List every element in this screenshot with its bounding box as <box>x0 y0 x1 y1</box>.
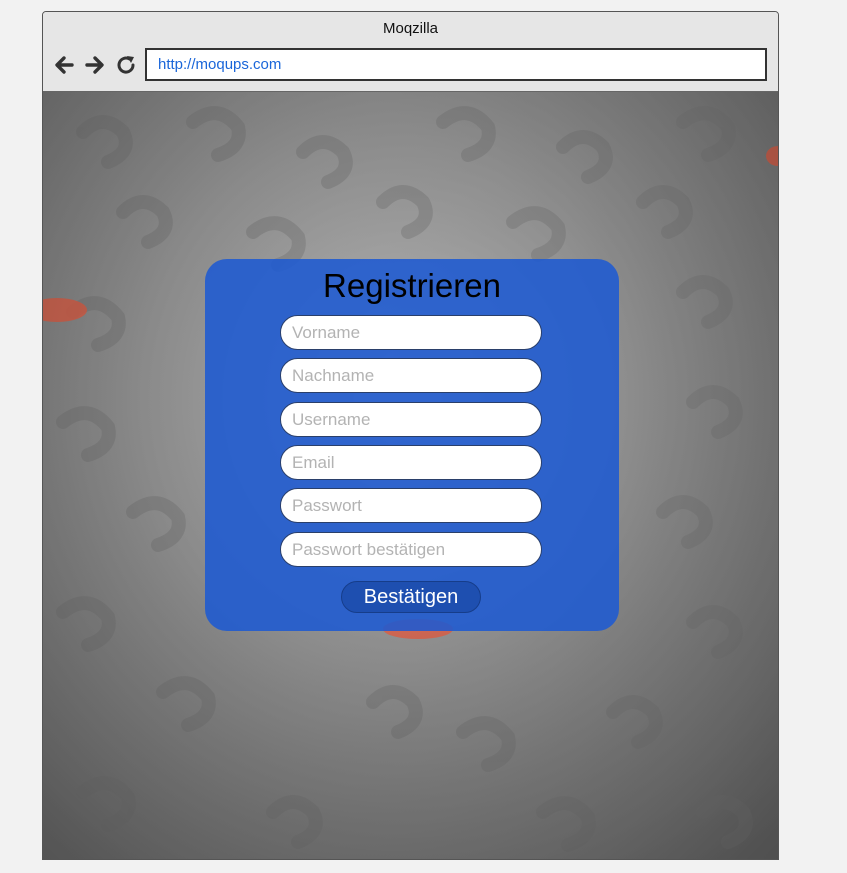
username-input[interactable] <box>280 402 542 437</box>
forward-arrow-icon[interactable] <box>83 53 107 77</box>
firstname-input[interactable] <box>280 315 542 350</box>
browser-window: Moqzilla http://moqups.com Registrieren … <box>42 11 779 860</box>
address-bar[interactable] <box>145 48 767 81</box>
form-title: Registrieren <box>323 267 501 304</box>
browser-titlebar: Moqzilla <box>43 12 778 92</box>
email-input[interactable] <box>280 445 542 480</box>
password-confirm-input[interactable] <box>280 532 542 567</box>
password-input[interactable] <box>280 488 542 523</box>
back-arrow-icon[interactable] <box>52 53 76 77</box>
submit-button[interactable]: Bestätigen <box>341 581 481 613</box>
lastname-input[interactable] <box>280 358 542 393</box>
reload-icon[interactable] <box>114 53 138 77</box>
page-viewport: Registrieren Bestätigen <box>43 92 778 859</box>
registration-card: Registrieren Bestätigen <box>205 259 619 631</box>
window-title: Moqzilla <box>382 20 439 37</box>
